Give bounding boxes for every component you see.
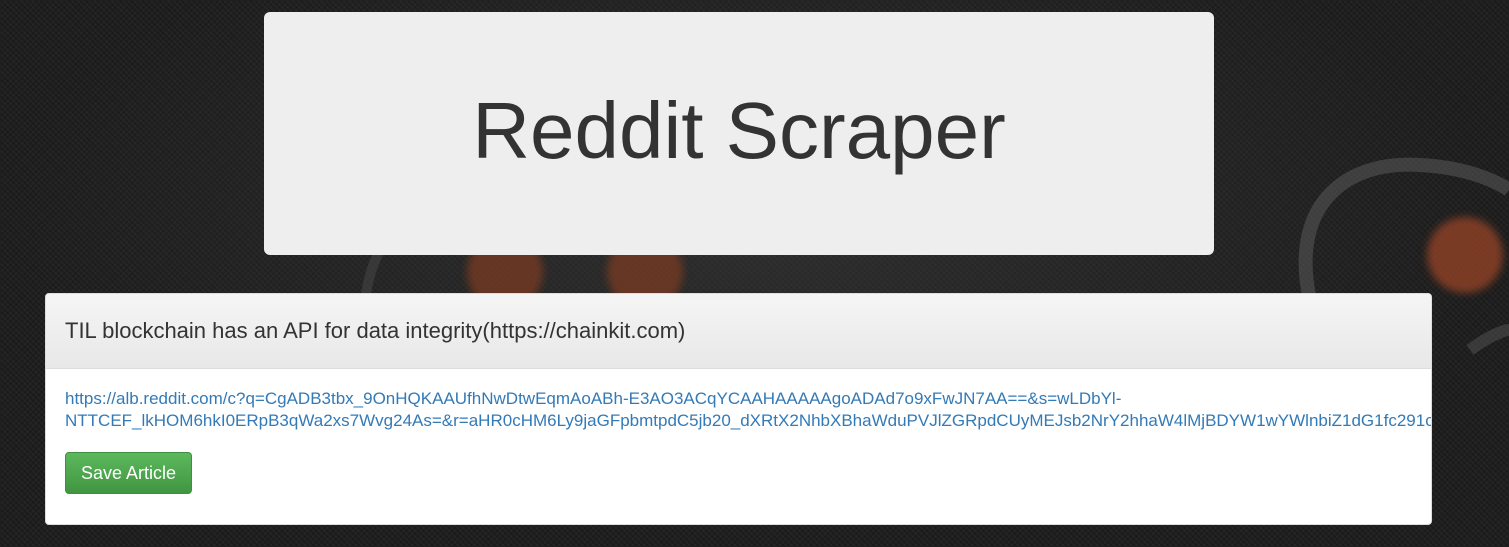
- save-article-button[interactable]: Save Article: [65, 452, 193, 494]
- header-jumbotron: Reddit Scraper: [264, 12, 1214, 255]
- article-link-line-2: NTTCEF_lkHOM6hkI0ERpB3qWa2xs7Wvg24As=&r=…: [65, 411, 1432, 430]
- article-title: TIL blockchain has an API for data integ…: [65, 318, 686, 343]
- article-panel: TIL blockchain has an API for data integ…: [45, 293, 1432, 525]
- article-link[interactable]: https://alb.reddit.com/c?q=CgADB3tbx_9On…: [65, 388, 1432, 432]
- page-title: Reddit Scraper: [472, 85, 1006, 175]
- article-link-line-1: https://alb.reddit.com/c?q=CgADB3tbx_9On…: [65, 389, 1122, 408]
- article-panel-heading: TIL blockchain has an API for data integ…: [46, 294, 1431, 369]
- article-panel-body: https://alb.reddit.com/c?q=CgADB3tbx_9On…: [46, 369, 1431, 513]
